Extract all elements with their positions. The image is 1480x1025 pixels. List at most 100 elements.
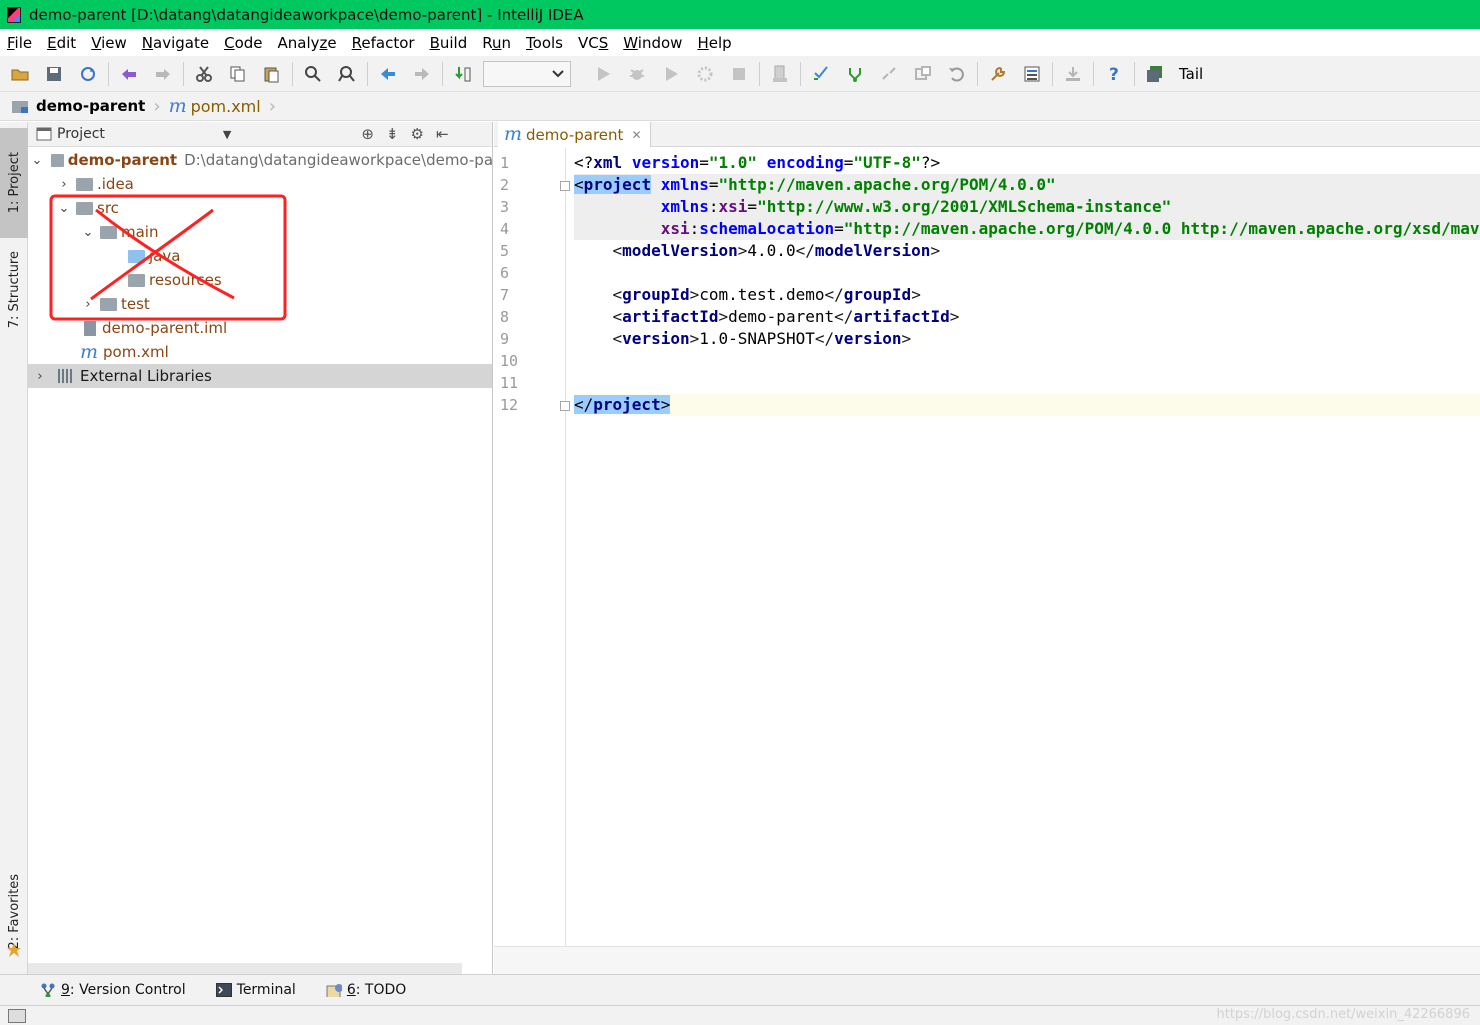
fold-marker-icon[interactable] bbox=[560, 181, 570, 191]
menu-item-mnemonic: V bbox=[91, 34, 101, 52]
menu-item[interactable]: Run bbox=[475, 34, 519, 52]
menu-item[interactable]: Help bbox=[690, 34, 739, 52]
menu-item[interactable]: Tools bbox=[519, 34, 571, 52]
tree-item-external-libraries[interactable]: › External Libraries bbox=[28, 364, 493, 388]
stop-icon[interactable] bbox=[725, 60, 753, 88]
tab-structure[interactable]: 7: Structure bbox=[0, 240, 28, 340]
tab-project[interactable]: 1: Project bbox=[0, 128, 28, 238]
menu-item[interactable]: Edit bbox=[40, 34, 84, 52]
breadcrumb-project[interactable]: demo-parent bbox=[36, 97, 145, 115]
replace-icon[interactable] bbox=[333, 60, 361, 88]
project-horizontal-scrollbar[interactable] bbox=[28, 963, 462, 974]
attach-debugger-icon[interactable] bbox=[766, 60, 794, 88]
editor-tab-label: demo-parent bbox=[526, 126, 623, 144]
synchronize-icon[interactable] bbox=[74, 60, 102, 88]
run-coverage-icon[interactable] bbox=[657, 60, 685, 88]
tree-item-iml[interactable]: demo-parent.iml bbox=[28, 316, 493, 340]
library-icon bbox=[58, 369, 74, 383]
vcs-commit-icon[interactable] bbox=[841, 60, 869, 88]
back-icon[interactable] bbox=[374, 60, 402, 88]
tree-item-test[interactable]: › test bbox=[28, 292, 493, 316]
profile-icon[interactable] bbox=[691, 60, 719, 88]
menu-item[interactable]: View bbox=[84, 34, 135, 52]
code-content[interactable]: <?xml version="1.0" encoding="UTF-8"?> <… bbox=[574, 148, 1480, 946]
chevron-right-icon[interactable]: › bbox=[32, 369, 48, 384]
vcs-compare-icon[interactable] bbox=[875, 60, 903, 88]
menu-item[interactable]: Window bbox=[616, 34, 690, 52]
main-toolbar: ? Tail bbox=[0, 56, 1480, 92]
run-icon[interactable] bbox=[589, 60, 617, 88]
menu-item[interactable]: Code bbox=[217, 34, 270, 52]
project-structure-icon[interactable] bbox=[1018, 60, 1046, 88]
hide-panel-icon[interactable]: ⇤ bbox=[436, 125, 449, 143]
tree-item-root[interactable]: ⌄ demo-parent D:\datang\datangideaworkpa… bbox=[28, 148, 493, 172]
xml-tag: modelVersion bbox=[815, 241, 931, 260]
editor-horizontal-scrollbar[interactable] bbox=[494, 946, 1480, 974]
fold-marker-icon[interactable] bbox=[560, 401, 570, 411]
tree-item-java[interactable]: java bbox=[28, 244, 493, 268]
menu-item-mnemonic: u bbox=[492, 34, 502, 52]
collapse-all-icon[interactable]: ⇟ bbox=[386, 125, 399, 143]
menu-item[interactable]: Analyze bbox=[271, 34, 345, 52]
chevron-right-icon[interactable]: › bbox=[56, 177, 72, 192]
menu-item[interactable]: Build bbox=[423, 34, 476, 52]
undo-icon[interactable] bbox=[115, 60, 143, 88]
toolbar-divider bbox=[367, 62, 368, 86]
copy-icon[interactable] bbox=[224, 60, 252, 88]
tree-item-idea[interactable]: › .idea bbox=[28, 172, 493, 196]
line-number: 7 bbox=[494, 284, 538, 306]
chevron-down-icon[interactable]: ⌄ bbox=[80, 225, 96, 240]
forward-icon[interactable] bbox=[408, 60, 436, 88]
cut-icon[interactable] bbox=[190, 60, 218, 88]
xml-tag: artifactId bbox=[622, 307, 718, 326]
run-configuration-select[interactable] bbox=[483, 61, 571, 87]
project-panel-title[interactable]: Project bbox=[57, 126, 105, 142]
debug-icon[interactable] bbox=[623, 60, 651, 88]
settings-wrench-icon[interactable] bbox=[984, 60, 1012, 88]
gear-icon[interactable]: ⚙ bbox=[411, 125, 424, 143]
menu-item-text: ile bbox=[15, 34, 33, 52]
tab-todo[interactable]: 6: TODO bbox=[326, 982, 406, 998]
tail-label[interactable]: Tail bbox=[1179, 65, 1203, 83]
locate-icon[interactable]: ⊕ bbox=[361, 125, 374, 143]
breadcrumb-file[interactable]: pom.xml bbox=[191, 97, 261, 116]
menu-item-mnemonic: N bbox=[142, 34, 153, 52]
help-icon[interactable]: ? bbox=[1100, 60, 1128, 88]
chevron-right-icon[interactable]: › bbox=[80, 297, 96, 312]
menu-item-text: indow bbox=[638, 34, 683, 52]
save-all-icon[interactable] bbox=[40, 60, 68, 88]
menu-item-mnemonic: R bbox=[352, 34, 362, 52]
tree-item-resources[interactable]: resources bbox=[28, 268, 493, 292]
redo-icon[interactable] bbox=[149, 60, 177, 88]
rollback-icon[interactable] bbox=[943, 60, 971, 88]
tail-log-icon[interactable] bbox=[1141, 60, 1169, 88]
tab-terminal[interactable]: Terminal bbox=[216, 982, 296, 998]
chevron-down-icon[interactable]: ⌄ bbox=[56, 201, 72, 216]
tree-root-name: demo-parent bbox=[68, 151, 177, 169]
menu-item[interactable]: Navigate bbox=[135, 34, 217, 52]
tree-item-src[interactable]: ⌄ src bbox=[28, 196, 493, 220]
tree-item-label: main bbox=[121, 223, 158, 241]
chevron-down-icon[interactable]: ▼ bbox=[223, 128, 231, 141]
tree-item-pom[interactable]: m pom.xml bbox=[28, 340, 493, 364]
find-icon[interactable] bbox=[299, 60, 327, 88]
tool-windows-toggle-icon[interactable] bbox=[8, 1009, 26, 1023]
build-project-icon[interactable] bbox=[449, 60, 477, 88]
menu-item-mnemonic: F bbox=[7, 34, 15, 52]
chevron-down-icon[interactable]: ⌄ bbox=[31, 153, 43, 168]
vcs-history-icon[interactable] bbox=[909, 60, 937, 88]
open-folder-icon[interactable] bbox=[6, 60, 34, 88]
vcs-update-icon[interactable] bbox=[807, 60, 835, 88]
close-icon[interactable]: ✕ bbox=[631, 128, 641, 142]
toolbar-divider bbox=[183, 62, 184, 86]
tree-item-main[interactable]: ⌄ main bbox=[28, 220, 493, 244]
menu-item[interactable]: Refactor bbox=[345, 34, 423, 52]
chevron-down-icon bbox=[552, 70, 564, 78]
editor-tab-pom[interactable]: m demo-parent ✕ bbox=[498, 122, 651, 147]
menu-item[interactable]: VCS bbox=[571, 34, 616, 52]
menu-item-text: n bbox=[502, 34, 512, 52]
menu-item[interactable]: File bbox=[0, 34, 40, 52]
paste-icon[interactable] bbox=[258, 60, 286, 88]
tab-version-control[interactable]: 9: Version Control bbox=[40, 982, 186, 998]
sdk-download-icon[interactable] bbox=[1059, 60, 1087, 88]
